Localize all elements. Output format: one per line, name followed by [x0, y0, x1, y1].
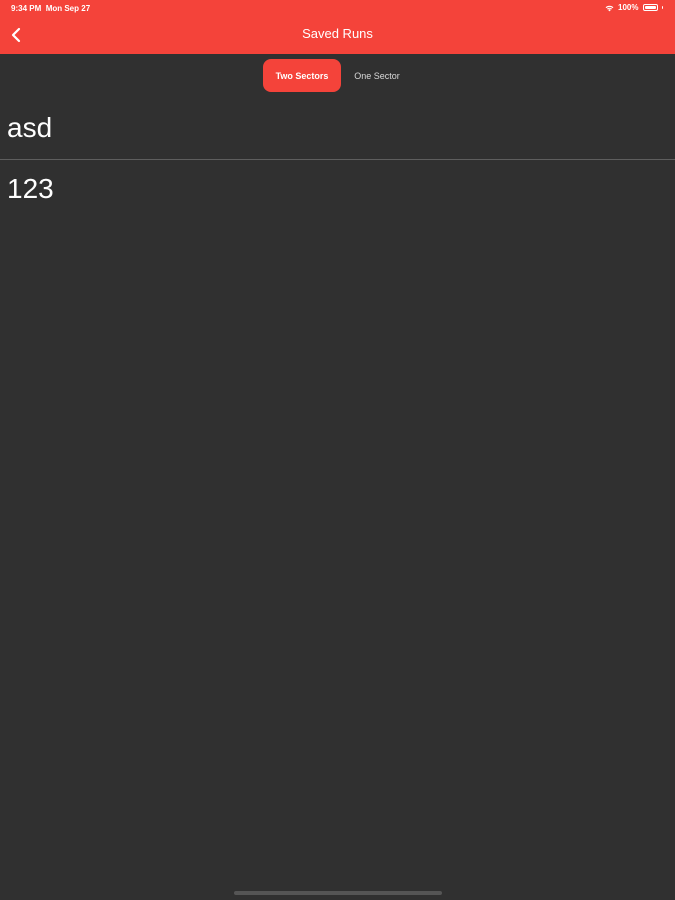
battery-percentage: 100%	[618, 3, 639, 12]
tab-two-sectors[interactable]: Two Sectors	[263, 59, 341, 92]
battery-fill	[644, 6, 656, 9]
battery-tip	[661, 6, 663, 9]
saved-run-name: asd	[7, 112, 53, 143]
home-indicator[interactable]	[234, 891, 442, 895]
page-title: Saved Runs	[302, 26, 373, 41]
tab-one-sector[interactable]: One Sector	[341, 59, 413, 92]
sector-segmented-control: Two Sectors One Sector	[263, 59, 413, 92]
saved-run-name: 123	[7, 173, 54, 204]
status-time: 9:34 PM	[11, 4, 42, 13]
nav-bar: Saved Runs	[0, 17, 675, 54]
saved-run-item[interactable]: asd	[0, 112, 675, 160]
status-time-date: 9:34 PM Mon Sep 27	[11, 4, 90, 13]
status-right: 100%	[605, 3, 663, 12]
saved-run-item[interactable]: 123	[0, 173, 675, 213]
wifi-icon	[605, 5, 614, 11]
app-header: 9:34 PM Mon Sep 27 100% Saved Runs	[0, 0, 675, 54]
battery-icon	[642, 4, 658, 11]
status-date: Mon Sep 27	[45, 4, 91, 13]
status-bar: 9:34 PM Mon Sep 27 100%	[0, 0, 675, 17]
